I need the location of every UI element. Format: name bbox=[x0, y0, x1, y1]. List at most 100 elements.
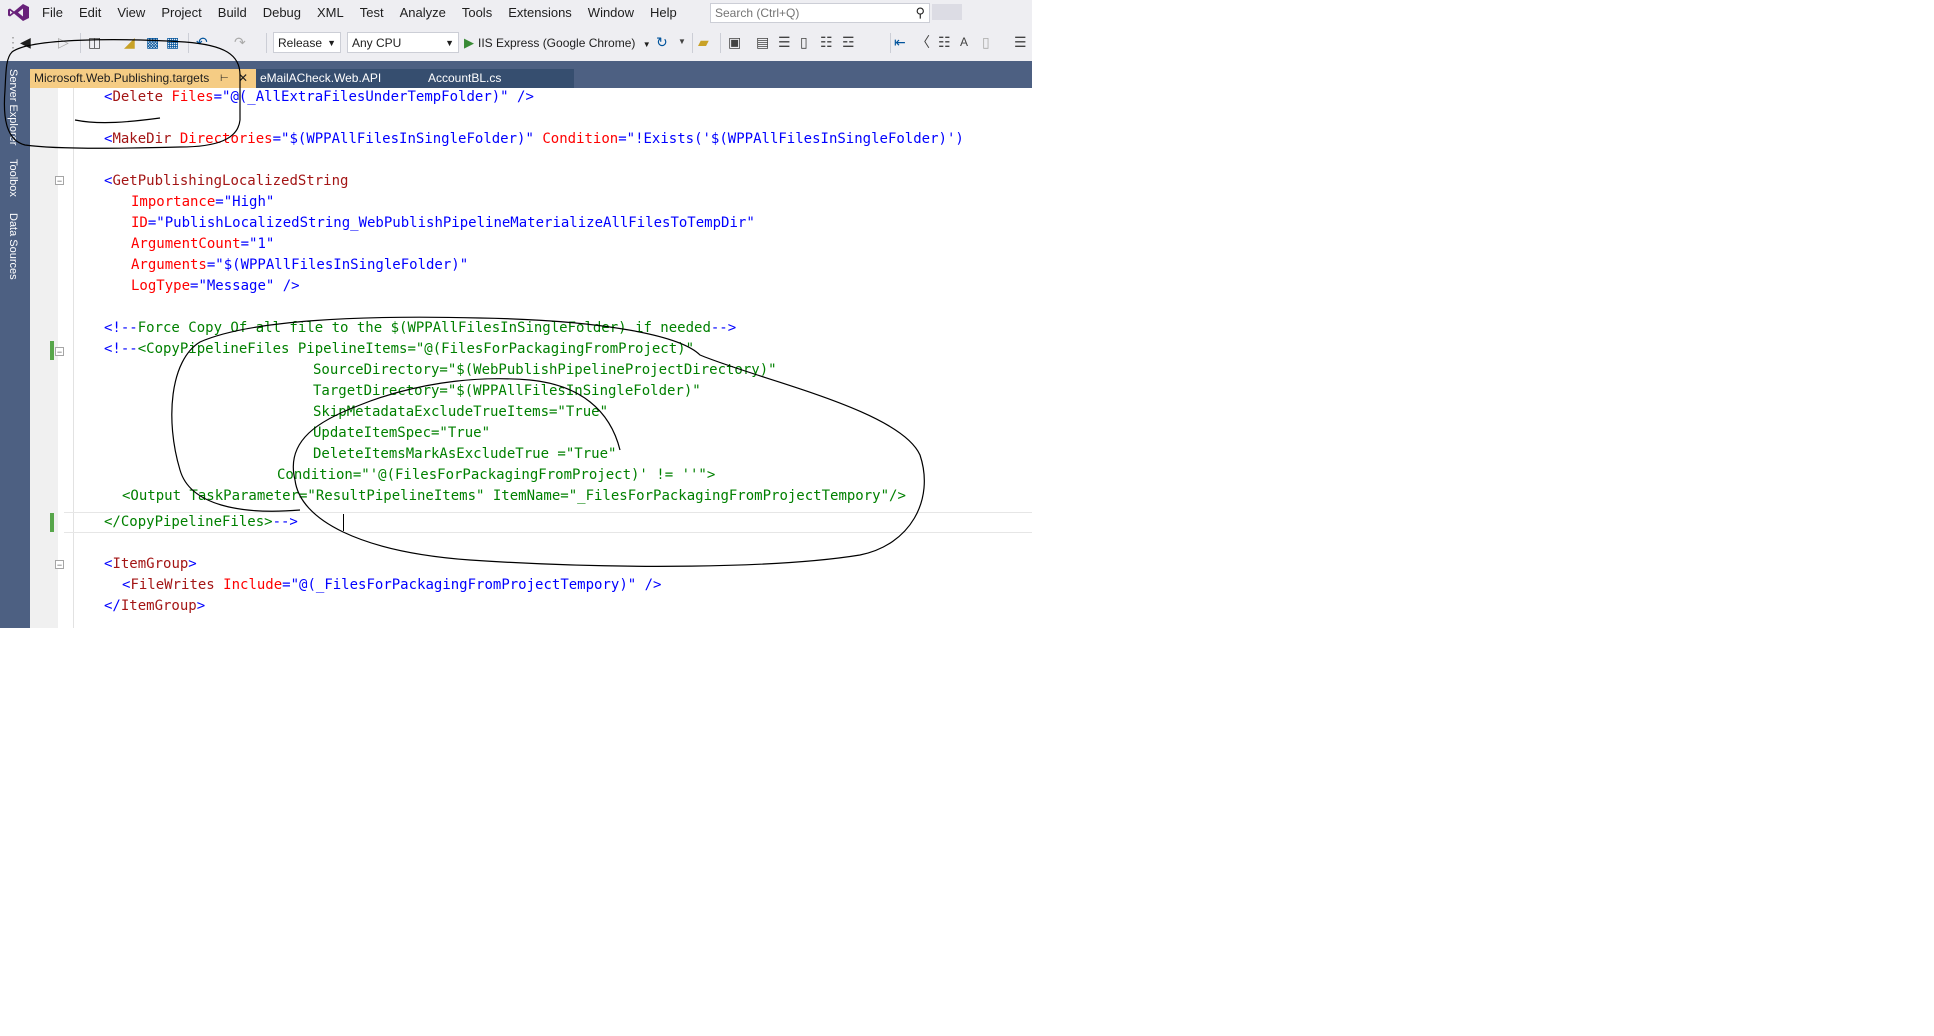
toolbar-separator bbox=[720, 33, 721, 53]
outline-icon[interactable]: ☲ bbox=[842, 34, 855, 50]
list-icon[interactable]: ☰ bbox=[778, 34, 791, 50]
code-comment-line: DeleteItemsMarkAsExcludeTrue ="True" bbox=[313, 446, 617, 462]
menu-analyze[interactable]: Analyze bbox=[392, 0, 454, 25]
code-editor[interactable]: − − − <Delete Files="@(_AllExtraFilesUnd… bbox=[30, 88, 1032, 628]
undo-icon[interactable]: ↶ bbox=[196, 34, 208, 50]
chevron-down-icon: ▼ bbox=[642, 40, 651, 49]
code-line: ArgumentCount="1" bbox=[131, 236, 275, 252]
menu-items: File Edit View Project Build Debug XML T… bbox=[34, 0, 685, 25]
new-project-icon[interactable]: ◫ bbox=[88, 34, 101, 50]
feedback-button[interactable] bbox=[932, 4, 962, 20]
toolbar-separator bbox=[80, 33, 81, 53]
code-line: ID="PublishLocalizedString_WebPublishPip… bbox=[131, 215, 755, 231]
change-marker bbox=[50, 513, 54, 532]
toolbar-separator bbox=[188, 33, 189, 53]
code-line: <FileWrites Include="@(_FilesForPackagin… bbox=[122, 577, 662, 593]
close-icon[interactable]: ✕ bbox=[238, 69, 248, 88]
code-line: </ItemGroup> bbox=[104, 598, 206, 614]
menu-file[interactable]: File bbox=[34, 0, 71, 25]
toolbox-tab[interactable]: Toolbox bbox=[7, 159, 19, 197]
menu-debug[interactable]: Debug bbox=[255, 0, 309, 25]
collapse-icon[interactable]: − bbox=[55, 176, 64, 186]
document-tab-strip: Microsoft.Web.Publishing.targets ⊢ ✕ eMa… bbox=[30, 61, 1032, 88]
collapse-icon[interactable]: − bbox=[55, 560, 64, 570]
bookmark-icon[interactable]: ▯ bbox=[982, 34, 990, 50]
code-comment-line: </CopyPipelineFiles>--> bbox=[104, 514, 298, 530]
text-caret bbox=[343, 514, 344, 531]
menu-xml[interactable]: XML bbox=[309, 0, 352, 25]
run-target-label: IIS Express (Google Chrome) bbox=[478, 36, 636, 50]
tab-label: AccountBL.cs bbox=[428, 71, 502, 85]
tag-icon[interactable]: 〈 bbox=[916, 34, 930, 50]
start-debugging-button[interactable]: ▶ IIS Express (Google Chrome) ▼ bbox=[464, 32, 651, 53]
grip-icon[interactable]: ⋮ bbox=[6, 34, 20, 50]
code-comment-line: <!--<CopyPipelineFiles PipelineItems="@(… bbox=[104, 341, 695, 357]
save-all-icon[interactable]: ▦ bbox=[166, 34, 179, 50]
hierarchy-icon[interactable]: ☷ bbox=[938, 34, 951, 50]
toolbar: ⋮ ◀ ▷ ◫ ◢ ▩ ▦ ↶ ↷ Release ▼ Any CPU ▼ ▶ I… bbox=[0, 25, 1032, 61]
tab-accountbl-cs[interactable]: AccountBL.cs bbox=[424, 69, 574, 88]
collapse-icon[interactable]: − bbox=[55, 347, 64, 357]
menu-view[interactable]: View bbox=[109, 0, 153, 25]
code-comment-line: UpdateItemSpec="True" bbox=[313, 425, 491, 441]
refresh-icon[interactable]: ↻ bbox=[656, 34, 668, 50]
toolbar-separator bbox=[890, 33, 891, 53]
search-icon[interactable]: ⚲ bbox=[915, 5, 925, 21]
menu-edit[interactable]: Edit bbox=[71, 0, 109, 25]
toolbar-separator bbox=[266, 33, 267, 53]
format-icon[interactable]: ▤ bbox=[756, 34, 769, 50]
tab-label: eMailACheck.Web.API bbox=[260, 71, 382, 85]
chevron-down-icon: ▼ bbox=[327, 38, 336, 48]
menu-project[interactable]: Project bbox=[153, 0, 209, 25]
font-icon[interactable]: A bbox=[960, 34, 968, 50]
code-comment-line: SkipMetadataExcludeTrueItems="True" bbox=[313, 404, 609, 420]
menu-test[interactable]: Test bbox=[352, 0, 392, 25]
chevron-down-icon: ▼ bbox=[445, 38, 454, 48]
play-icon: ▶ bbox=[464, 35, 474, 50]
code-line: <Delete Files="@(_AllExtraFilesUnderTemp… bbox=[104, 89, 534, 105]
chevron-down-icon[interactable]: ▼ bbox=[678, 34, 686, 50]
code-line: <ItemGroup> bbox=[104, 556, 197, 572]
hierarchy-icon[interactable]: ☷ bbox=[820, 34, 833, 50]
menu-window[interactable]: Window bbox=[580, 0, 642, 25]
code-comment-line: Condition="'@(FilesForPackagingFromProje… bbox=[277, 467, 716, 483]
open-file-icon[interactable]: ◢ bbox=[124, 34, 135, 50]
solution-platform-dropdown[interactable]: Any CPU ▼ bbox=[347, 32, 459, 53]
solution-configuration-dropdown[interactable]: Release ▼ bbox=[273, 32, 341, 53]
save-icon[interactable]: ▩ bbox=[146, 34, 159, 50]
visual-studio-window: File Edit View Project Build Debug XML T… bbox=[0, 0, 1032, 628]
tab-microsoft-web-publishing-targets[interactable]: Microsoft.Web.Publishing.targets ⊢ ✕ bbox=[30, 69, 256, 88]
solution-platform-value: Any CPU bbox=[352, 36, 402, 50]
tab-label: Microsoft.Web.Publishing.targets bbox=[34, 71, 210, 85]
menu-help[interactable]: Help bbox=[642, 0, 685, 25]
visual-studio-logo-icon[interactable] bbox=[8, 4, 30, 21]
pin-icon[interactable]: ⊢ bbox=[220, 69, 229, 88]
menu-bar: File Edit View Project Build Debug XML T… bbox=[0, 0, 1032, 25]
change-marker bbox=[50, 341, 54, 360]
tool-window-strip: Server Explorer Toolbox Data Sources bbox=[0, 61, 30, 628]
code-line: <MakeDir Directories="$(WPPAllFilesInSin… bbox=[104, 131, 964, 147]
menu-build[interactable]: Build bbox=[210, 0, 255, 25]
code-line: <GetPublishingLocalizedString bbox=[104, 173, 349, 189]
navigate-forward-icon[interactable]: ▷ bbox=[58, 34, 69, 50]
menu-tools[interactable]: Tools bbox=[454, 0, 500, 25]
code-comment-line: <Output TaskParameter="ResultPipelineIte… bbox=[122, 488, 906, 504]
solution-configuration-value: Release bbox=[278, 36, 323, 50]
toolbar-overflow-icon[interactable]: ☰ bbox=[1014, 34, 1027, 50]
indent-icon[interactable]: ⇤ bbox=[894, 34, 906, 50]
code-comment-line: SourceDirectory="$(WebPublishPipelinePro… bbox=[313, 362, 777, 378]
code-line: LogType="Message" /> bbox=[131, 278, 300, 294]
search-input[interactable] bbox=[711, 5, 899, 21]
data-sources-tab[interactable]: Data Sources bbox=[7, 213, 19, 280]
find-in-files-icon[interactable]: ▰ bbox=[698, 34, 709, 50]
server-explorer-tab[interactable]: Server Explorer bbox=[7, 69, 19, 145]
screenshot-icon[interactable]: ▣ bbox=[728, 34, 741, 50]
code-comment-line: <!--Force Copy Of all file to the $(WPPA… bbox=[104, 320, 737, 336]
document-icon[interactable]: ▯ bbox=[800, 34, 808, 50]
navigate-back-icon[interactable]: ◀ bbox=[20, 34, 31, 50]
tab-emailacheck-web-api[interactable]: eMailACheck.Web.API bbox=[256, 69, 424, 88]
menu-extensions[interactable]: Extensions bbox=[500, 0, 580, 25]
redo-icon[interactable]: ↷ bbox=[234, 34, 246, 50]
toolbar-separator bbox=[692, 33, 693, 53]
search-box[interactable]: ⚲ bbox=[710, 3, 930, 23]
